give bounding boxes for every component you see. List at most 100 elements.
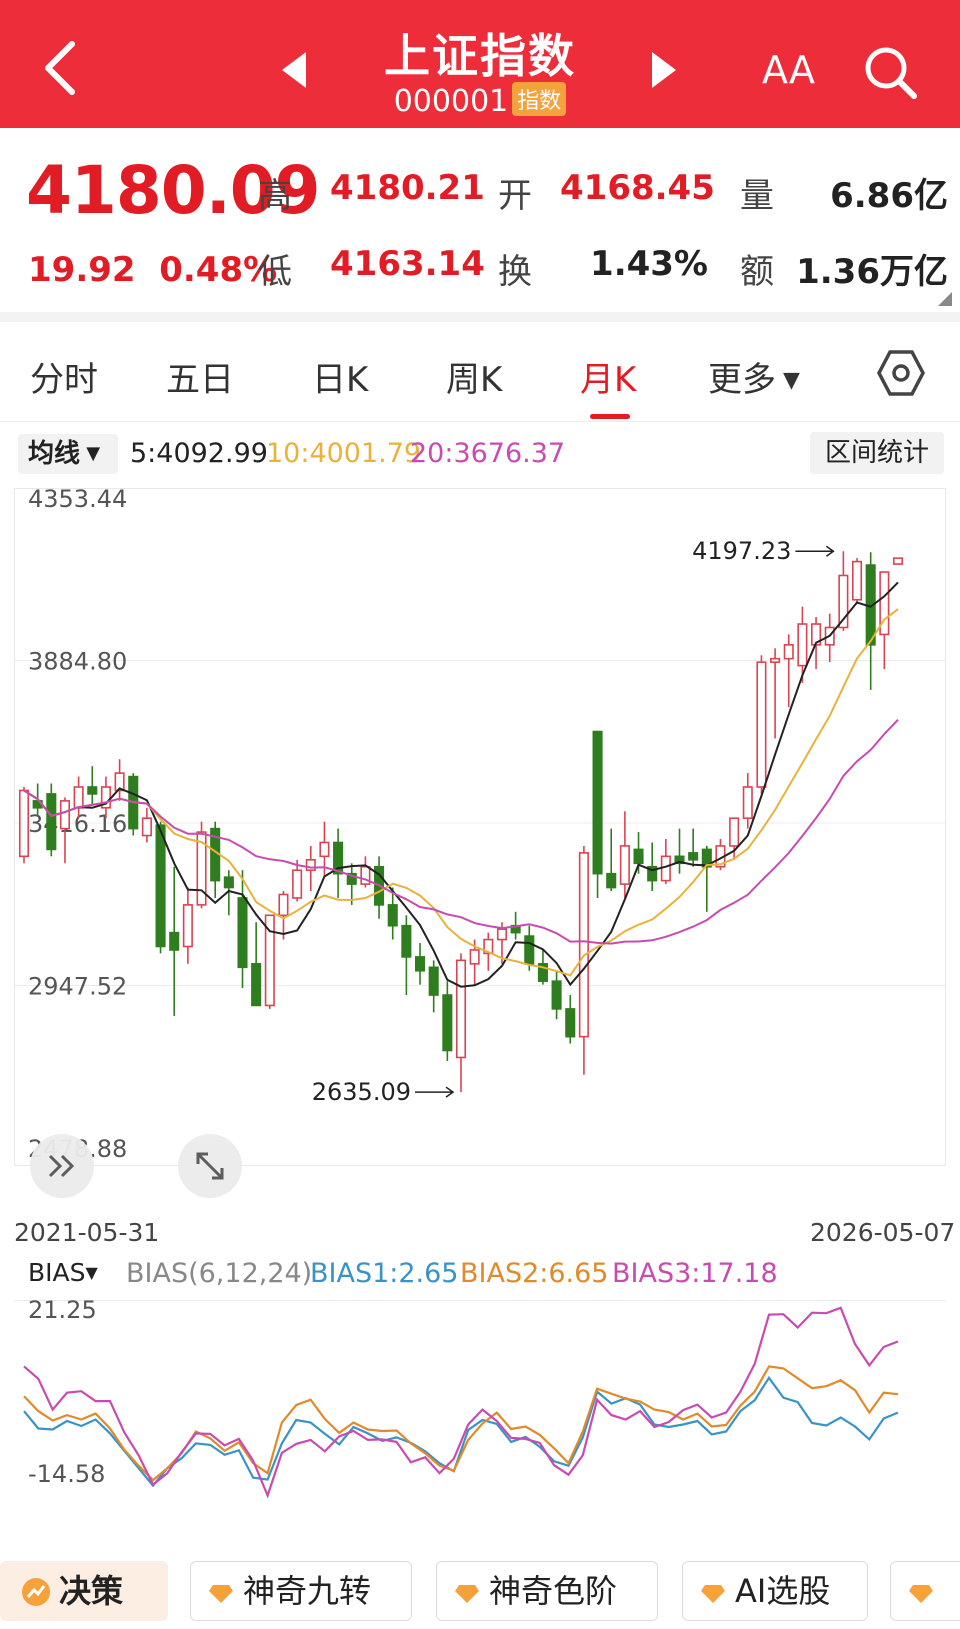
y-tick-label: 2947.52 xyxy=(28,973,127,1001)
bias-menu-button[interactable]: BIAS▼ xyxy=(28,1258,98,1287)
prev-stock-icon[interactable] xyxy=(280,50,308,90)
candle-down xyxy=(606,872,617,889)
bias3-value: BIAS3:17.18 xyxy=(612,1258,778,1289)
volume-label: 量 xyxy=(740,176,774,216)
ma-menu-label: 均线 xyxy=(28,439,81,469)
bottom-toolbar: 决策 神奇九转 神奇色阶 AI选股 看 xyxy=(0,1555,960,1629)
turnover-value: 1.43% xyxy=(590,244,708,284)
stock-code-number: 000001 xyxy=(393,84,509,119)
candle-down xyxy=(87,786,98,795)
search-icon[interactable] xyxy=(862,44,918,100)
candle-up xyxy=(619,845,630,885)
low-annotation: 2635.09 xyxy=(312,1078,411,1106)
bias1-line xyxy=(23,1375,899,1488)
candle-down xyxy=(46,793,57,851)
ai-stock-label: AI选股 xyxy=(735,1572,831,1610)
candle-up xyxy=(319,841,330,858)
y-tick-label: 3884.80 xyxy=(28,648,127,676)
decision-icon xyxy=(22,1578,50,1606)
tab-five-day[interactable]: 五日 xyxy=(166,352,234,401)
candle-down xyxy=(524,935,535,965)
candle-up xyxy=(141,817,152,837)
more-tool-button[interactable]: 看 xyxy=(890,1561,960,1621)
magic-color-label: 神奇色阶 xyxy=(489,1572,618,1610)
ma20-value: 20:3676.37 xyxy=(410,438,566,469)
high-label: 高 xyxy=(258,176,292,216)
bias-params: BIAS(6,12,24) xyxy=(126,1258,313,1289)
tab-more-label: 更多 xyxy=(708,360,776,400)
candle-up xyxy=(783,644,794,660)
ma-menu-button[interactable]: 均线 ▼ xyxy=(18,434,118,474)
candle-down xyxy=(633,848,644,865)
low-label: 低 xyxy=(258,252,292,292)
y-tick-label: 4353.44 xyxy=(28,488,127,513)
candle-up xyxy=(59,800,71,830)
magic-nine-button[interactable]: 神奇九转 xyxy=(190,1561,412,1621)
expand-corner-icon[interactable] xyxy=(938,292,952,306)
bias-chart[interactable]: 21.25 -14.58 xyxy=(14,1300,946,1550)
candle-up xyxy=(73,786,84,809)
candle-up xyxy=(742,786,753,820)
decision-button[interactable]: 决策 xyxy=(0,1561,168,1621)
candle-down xyxy=(414,956,426,972)
period-tabs: 分时 五日 日K 周K 月K 更多 ▼ xyxy=(0,322,960,422)
bias-menu-label: BIAS xyxy=(28,1258,86,1287)
tab-more[interactable]: 更多 ▼ xyxy=(708,352,800,401)
candlestick-chart[interactable]: 4353.443884.803416.162947.522478.884197.… xyxy=(14,488,946,1213)
amount-value: 1.36万亿 xyxy=(796,252,948,292)
y-tick-label: 3416.16 xyxy=(28,810,127,838)
candle-up xyxy=(278,893,289,917)
bias2-value: BIAS2:6.65 xyxy=(460,1258,609,1289)
candle-up xyxy=(729,817,740,847)
candle-down xyxy=(688,852,699,861)
diamond-icon xyxy=(455,1585,479,1603)
candle-down xyxy=(442,994,453,1052)
bias-y-tick: 21.25 xyxy=(28,1300,97,1324)
diamond-icon xyxy=(209,1585,233,1603)
candle-up xyxy=(770,657,781,663)
caret-icon: ▼ xyxy=(85,1263,98,1282)
candle-down xyxy=(251,963,262,1007)
candle-down xyxy=(565,1008,576,1038)
next-stock-icon[interactable] xyxy=(650,50,678,90)
candle-up xyxy=(305,859,316,872)
page-title: 上证指数 xyxy=(384,29,576,83)
change-value: 19.92 xyxy=(28,250,136,290)
tab-weekly-k[interactable]: 周K xyxy=(446,352,502,401)
candle-down xyxy=(428,966,439,996)
candle-down xyxy=(155,824,166,948)
candle-down xyxy=(401,924,412,958)
dropdown-caret-icon: ▼ xyxy=(776,368,800,393)
back-arrow-icon[interactable] xyxy=(36,38,86,98)
font-size-icon[interactable]: AA xyxy=(762,48,815,92)
candle-down xyxy=(169,931,180,951)
settings-hexagon-icon[interactable] xyxy=(876,348,926,398)
ma5-line xyxy=(23,581,899,988)
candle-up xyxy=(292,869,303,899)
bias-y-tick: -14.58 xyxy=(28,1460,105,1488)
candle-up xyxy=(182,904,193,948)
end-date: 2026-05-07 xyxy=(810,1218,956,1247)
ma20-line xyxy=(23,719,899,945)
candle-up xyxy=(578,852,589,1038)
magic-color-button[interactable]: 神奇色阶 xyxy=(436,1561,658,1621)
diamond-icon xyxy=(701,1585,725,1603)
tab-intraday[interactable]: 分时 xyxy=(30,352,98,401)
bias1-value: BIAS1:2.65 xyxy=(310,1258,459,1289)
index-tag: 指数 xyxy=(512,82,567,116)
ai-stock-button[interactable]: AI选股 xyxy=(682,1561,868,1621)
candle-down xyxy=(592,730,603,875)
stock-code: 000001 指数 xyxy=(330,82,630,119)
fullscreen-icon[interactable] xyxy=(178,1134,242,1198)
open-value: 4168.45 xyxy=(560,168,715,208)
active-tab-indicator xyxy=(590,414,630,419)
tab-daily-k[interactable]: 日K xyxy=(312,352,368,401)
interval-stats-button[interactable]: 区间统计 xyxy=(810,432,944,474)
volume-value: 6.86亿 xyxy=(830,176,948,216)
low-value: 4163.14 xyxy=(330,244,485,284)
candle-up xyxy=(455,959,467,1059)
decision-label: 决策 xyxy=(59,1572,124,1610)
fast-forward-icon[interactable] xyxy=(30,1134,94,1198)
candle-up xyxy=(797,623,808,667)
tab-monthly-k[interactable]: 月K xyxy=(580,352,636,401)
